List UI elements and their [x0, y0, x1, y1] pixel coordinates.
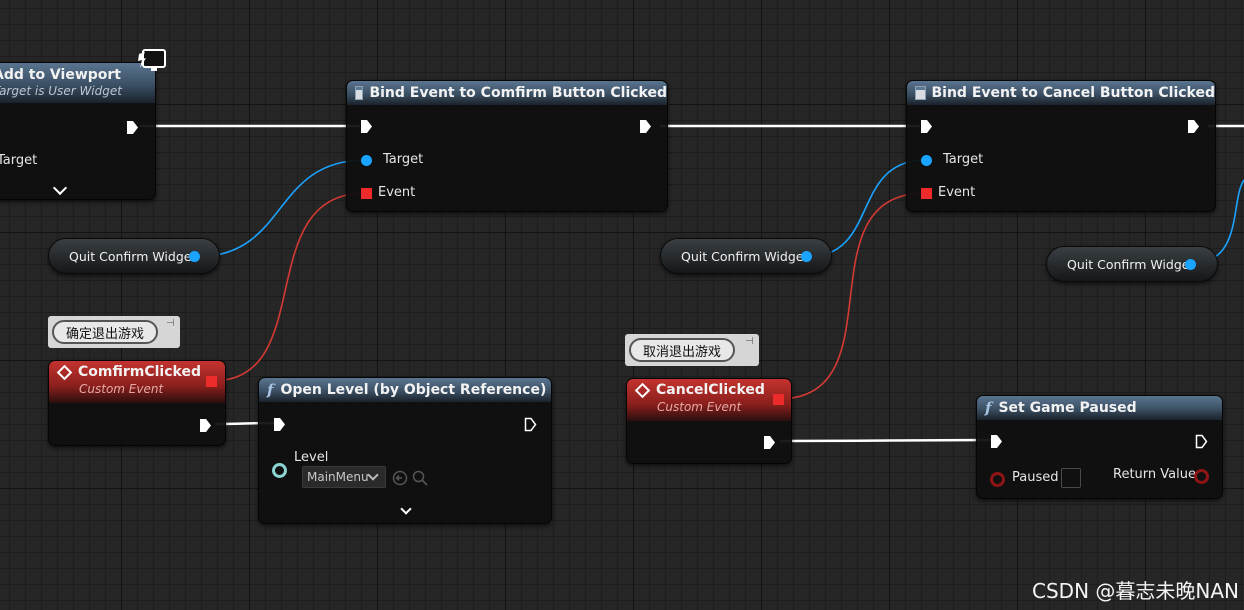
pin-label-return-value: Return Value: [1113, 467, 1196, 482]
event-dispatcher-icon: [915, 86, 926, 100]
node-header[interactable]: Bind Event to Comfirm Button Clicked: [347, 81, 667, 105]
diamond-event-icon: [634, 382, 651, 398]
set-game-paused-node[interactable]: f Set Game Paused Paused Return Value: [976, 395, 1223, 499]
node-header[interactable]: ComfirmClicked Custom Event: [49, 361, 225, 403]
delegate-out-pin[interactable]: [773, 394, 784, 405]
pin-comment-icon[interactable]: ⊣: [745, 336, 754, 347]
paused-checkbox[interactable]: [1061, 468, 1081, 488]
node-header[interactable]: Bind Event to Cancel Button Clicked: [907, 81, 1215, 105]
function-icon: f: [985, 399, 992, 417]
event-dispatcher-icon: [355, 86, 364, 100]
exec-out-pin[interactable]: [524, 417, 537, 432]
exec-out-pin[interactable]: [1187, 119, 1200, 134]
function-icon: f: [267, 381, 274, 399]
node-title: Set Game Paused: [998, 400, 1137, 416]
pin-comment-icon[interactable]: ⊣: [166, 318, 175, 329]
expand-chevron-icon[interactable]: [52, 180, 68, 196]
variable-label: Quit Confirm Widget: [1067, 256, 1195, 272]
exec-wire: [779, 438, 993, 443]
node-header[interactable]: f Set Game Paused: [977, 396, 1222, 420]
node-title: ComfirmClicked: [78, 364, 201, 380]
open-level-node[interactable]: f Open Level (by Object Reference) Level…: [258, 377, 552, 524]
target-pin[interactable]: [921, 155, 932, 166]
object-out-pin[interactable]: [801, 251, 812, 262]
bind-confirm-node[interactable]: Bind Event to Comfirm Button Clicked Tar…: [346, 80, 668, 212]
paused-pin[interactable]: [990, 472, 1005, 487]
node-title: CancelClicked: [656, 382, 765, 398]
node-title: Add to Viewport: [0, 67, 121, 83]
node-title: Bind Event to Comfirm Button Clicked: [369, 85, 667, 101]
pin-label-event: Event: [938, 185, 976, 200]
delegate-out-pin[interactable]: [206, 376, 217, 387]
node-header[interactable]: CancelClicked Custom Event: [627, 379, 791, 421]
exec-in-pin[interactable]: [990, 434, 1003, 449]
return-value-pin[interactable]: [1194, 469, 1209, 484]
object-wire: [194, 159, 367, 258]
pin-label-event: Event: [378, 185, 416, 200]
diamond-event-icon: [56, 364, 73, 380]
variable-label: Quit Confirm Widget: [69, 248, 197, 264]
delegate-wire: [777, 192, 927, 400]
object-out-pin[interactable]: [189, 251, 200, 262]
quit-confirm-widget-getter[interactable]: Quit Confirm Widget: [660, 238, 832, 274]
level-pin[interactable]: [272, 463, 287, 478]
browse-search-icon[interactable]: [412, 470, 428, 486]
cancel-clicked-event-node[interactable]: CancelClicked Custom Event: [626, 378, 792, 464]
bind-cancel-node[interactable]: Bind Event to Cancel Button Clicked Targ…: [906, 80, 1216, 212]
comment-bubble[interactable]: 取消退出游戏: [629, 338, 736, 362]
comment-bubble[interactable]: 确定退出游戏: [52, 320, 159, 344]
pin-label-target: Target: [383, 152, 424, 167]
object-out-pin[interactable]: [1185, 259, 1196, 270]
exec-out-pin[interactable]: [199, 418, 212, 433]
expand-chevron-icon[interactable]: [400, 503, 412, 515]
quit-confirm-widget-getter[interactable]: Quit Confirm Widget: [48, 238, 220, 274]
quit-confirm-widget-getter[interactable]: Quit Confirm Widget: [1046, 246, 1218, 282]
exec-in-pin[interactable]: [273, 417, 286, 432]
event-pin[interactable]: [921, 188, 932, 199]
pin-label-target: Target: [943, 152, 984, 167]
node-header[interactable]: Add to Viewport Target is User Widget: [0, 63, 155, 103]
exec-in-pin[interactable]: [920, 119, 933, 134]
node-subtitle: Target is User Widget: [0, 84, 122, 98]
target-pin[interactable]: [361, 155, 372, 166]
variable-label: Quit Confirm Widget: [681, 248, 809, 264]
pin-label-level: Level: [294, 450, 329, 465]
exec-in-pin[interactable]: [360, 119, 373, 134]
pin-label-target: Target: [0, 153, 38, 168]
exec-out-pin[interactable]: [1195, 434, 1208, 449]
confirm-clicked-event-node[interactable]: ComfirmClicked Custom Event: [48, 360, 226, 446]
level-select[interactable]: MainMenu: [302, 466, 386, 488]
event-pin[interactable]: [361, 188, 372, 199]
use-selected-icon[interactable]: [392, 470, 408, 486]
pin-label-paused: Paused: [1012, 470, 1059, 485]
node-subtitle: Custom Event: [657, 400, 742, 414]
node-title: Open Level (by Object Reference): [280, 382, 547, 398]
level-select-value: MainMenu: [307, 470, 369, 484]
add-to-viewport-node[interactable]: Add to Viewport Target is User Widget Ta…: [0, 62, 156, 200]
node-subtitle: Custom Event: [79, 382, 164, 396]
node-header[interactable]: f Open Level (by Object Reference): [259, 378, 551, 402]
monitor-lightning-icon: [138, 49, 166, 71]
node-title: Bind Event to Cancel Button Clicked: [931, 85, 1216, 101]
exec-out-pin[interactable]: [639, 119, 652, 134]
delegate-wire: [211, 192, 367, 382]
exec-out-pin[interactable]: [126, 120, 139, 135]
exec-out-pin[interactable]: [763, 435, 776, 450]
watermark: CSDN @暮志未晚NAN: [1032, 579, 1239, 603]
chevron-down-icon: [367, 469, 379, 481]
